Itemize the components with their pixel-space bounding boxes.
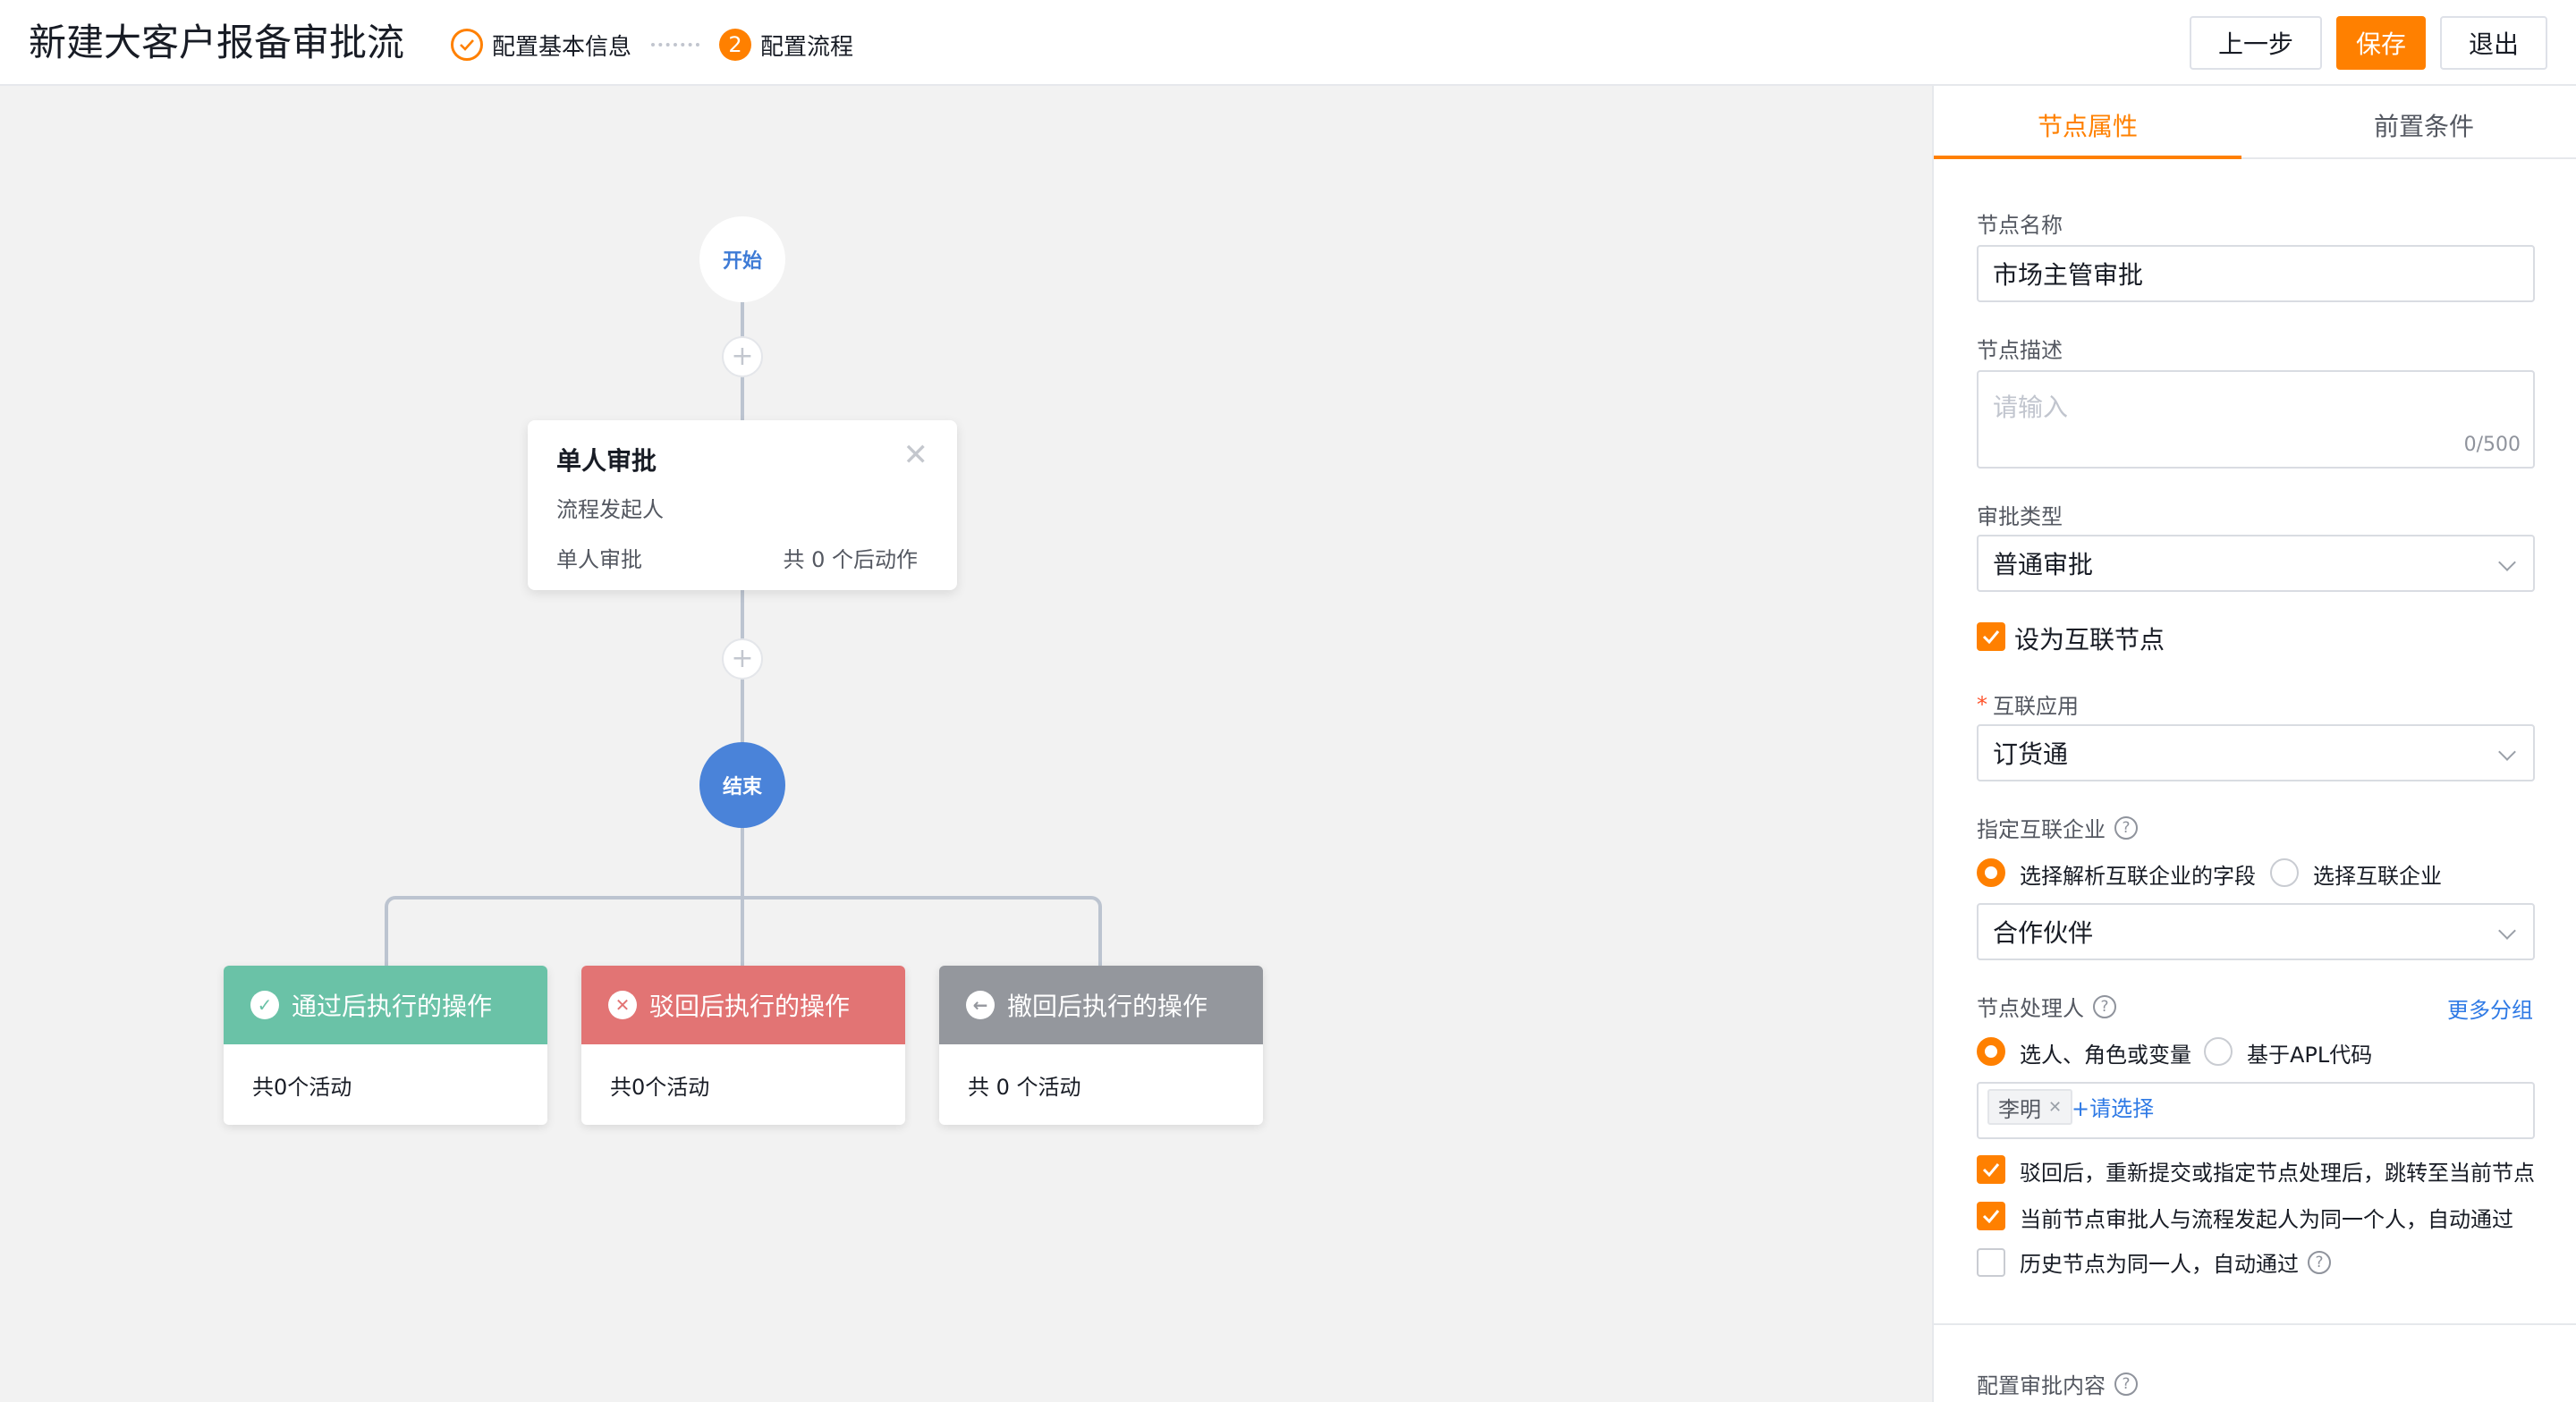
active-tab-indicator (1934, 156, 2241, 159)
interconnect-enterprise-label: 指定互联企业 ? (1977, 812, 2138, 843)
radio-parse-field[interactable] (1977, 858, 2005, 887)
reject-action-header: ✕ 驳回后执行的操作 (581, 966, 905, 1044)
help-icon[interactable]: ? (2093, 994, 2116, 1018)
withdraw-action-count: 共 0 个活动 (968, 1075, 1081, 1100)
auto-pass-history-label: 历史节点为同一人，自动通过 ? (2020, 1246, 2331, 1278)
approval-node-action-count: 共 0 个后动作 (783, 547, 918, 572)
handler-label-text: 节点处理人 (1977, 996, 2084, 1021)
tab-node-properties[interactable]: 节点属性 (2038, 107, 2138, 143)
interconnect-app-label-text: 互联应用 (1993, 694, 2079, 719)
interconnect-app-select[interactable]: 订货通 (1977, 724, 2535, 781)
interconnect-enterprise-label-text: 指定互联企业 (1977, 817, 2106, 842)
page-title: 新建大客户报备审批流 (29, 21, 405, 64)
step-connector (651, 43, 700, 46)
radio-parse-field-label: 选择解析互联企业的字段 (2020, 864, 2256, 889)
reject-action-card[interactable]: ✕ 驳回后执行的操作 共0个活动 (581, 966, 905, 1125)
interconnect-app-label: * 互联应用 (1977, 688, 2079, 720)
interconnect-node-label: 设为互联节点 (2014, 625, 2165, 655)
top-header: 新建大客户报备审批流 配置基本信息 2 配置流程 上一步 保存 退出 (0, 0, 2576, 86)
chevron-down-icon (2498, 743, 2516, 761)
node-name-input[interactable]: 市场主管审批 (1977, 245, 2535, 302)
handler-label: 节点处理人 ? (1977, 991, 2116, 1022)
section-divider (1934, 1323, 2576, 1325)
pass-action-header: ✓ 通过后执行的操作 (224, 966, 547, 1044)
check-icon (1982, 630, 2000, 644)
reject-action-title: 驳回后执行的操作 (649, 992, 851, 1021)
pass-action-count: 共0个活动 (252, 1075, 352, 1100)
step-2-number: 2 (719, 29, 752, 61)
approval-type-value: 普通审批 (1993, 550, 2094, 579)
radio-select-enterprise-label: 选择互联企业 (2313, 864, 2442, 889)
radio-select-person[interactable] (1977, 1037, 2005, 1066)
interconnect-enterprise-select[interactable]: 合作伙伴 (1977, 903, 2535, 960)
approval-content-label-text: 配置审批内容 (1977, 1373, 2106, 1398)
chevron-down-icon (2498, 553, 2516, 571)
required-mark: * (1977, 691, 1987, 717)
close-icon[interactable]: ✕ (2048, 1098, 2062, 1117)
check-circle-icon (451, 29, 483, 61)
radio-apl-code-label: 基于APL代码 (2247, 1043, 2373, 1068)
approval-node-title: 单人审批 (556, 446, 657, 476)
node-desc-placeholder: 请输入 (1993, 393, 2069, 422)
step-2-label[interactable]: 配置流程 (760, 29, 853, 62)
branch-connector (385, 896, 1102, 967)
handler-tag-label: 李明 (1998, 1096, 2041, 1122)
jump-back-label: 驳回后，重新提交或指定节点处理后，跳转至当前节点 (2020, 1161, 2535, 1186)
x-circle-icon: ✕ (608, 991, 637, 1019)
node-property-panel: 节点属性 前置条件 节点名称 市场主管审批 节点描述 请输入 0/500 审批类… (1932, 86, 2576, 1402)
approval-node-type: 单人审批 (556, 547, 642, 572)
help-icon[interactable]: ? (2114, 815, 2138, 840)
node-desc-textarea[interactable]: 请输入 0/500 (1977, 370, 2535, 469)
check-icon (1982, 1210, 2000, 1223)
choose-handler-link[interactable]: +请选择 (2072, 1091, 2154, 1122)
check-circle-icon: ✓ (250, 991, 279, 1019)
radio-apl-code[interactable] (2204, 1037, 2233, 1066)
exit-button[interactable]: 退出 (2440, 16, 2547, 70)
approval-content-label: 配置审批内容 ? (1977, 1368, 2138, 1399)
tab-preconditions[interactable]: 前置条件 (2374, 107, 2474, 143)
check-icon (1982, 1163, 2000, 1177)
end-node[interactable]: 结束 (699, 742, 785, 828)
radio-select-person-label: 选人、角色或变量 (2020, 1043, 2191, 1068)
chevron-down-icon (2498, 922, 2516, 940)
jump-back-checkbox[interactable] (1977, 1155, 2005, 1184)
arrow-left-circle-icon: ← (966, 991, 995, 1019)
auto-pass-initiator-checkbox[interactable] (1977, 1202, 2005, 1230)
add-node-button[interactable]: + (722, 336, 763, 377)
interconnect-app-value: 订货通 (1993, 739, 2069, 769)
step-indicator: 配置基本信息 2 配置流程 (451, 27, 853, 63)
interconnect-enterprise-value: 合作伙伴 (1993, 918, 2094, 948)
withdraw-action-title: 撤回后执行的操作 (1007, 992, 1208, 1021)
auto-pass-history-checkbox[interactable] (1977, 1248, 2005, 1277)
withdraw-action-header: ← 撤回后执行的操作 (939, 966, 1263, 1044)
help-icon[interactable]: ? (2114, 1372, 2138, 1396)
help-icon[interactable]: ? (2308, 1250, 2331, 1274)
close-icon[interactable]: ✕ (903, 440, 929, 470)
more-groups-link[interactable]: 更多分组 (2447, 992, 2533, 1024)
approval-node-subtitle: 流程发起人 (556, 497, 664, 522)
flow-canvas[interactable]: 开始 + 单人审批 ✕ 流程发起人 单人审批 共 0 个后动作 + 结束 ✓ 通… (0, 86, 1932, 1402)
pass-action-title: 通过后执行的操作 (292, 992, 493, 1021)
reject-action-count: 共0个活动 (610, 1075, 710, 1100)
add-node-button[interactable]: + (722, 638, 763, 680)
auto-pass-initiator-label: 当前节点审批人与流程发起人为同一个人，自动通过 (2020, 1207, 2513, 1232)
approval-type-select[interactable]: 普通审批 (1977, 535, 2535, 592)
step-1-label[interactable]: 配置基本信息 (492, 29, 631, 62)
prev-step-button[interactable]: 上一步 (2190, 16, 2322, 70)
approval-node-card[interactable]: 单人审批 ✕ 流程发起人 单人审批 共 0 个后动作 (528, 420, 957, 590)
approval-type-label: 审批类型 (1977, 504, 2063, 529)
auto-pass-history-label-text: 历史节点为同一人，自动通过 (2020, 1252, 2299, 1277)
pass-action-card[interactable]: ✓ 通过后执行的操作 共0个活动 (224, 966, 547, 1125)
node-desc-label: 节点描述 (1977, 338, 2063, 363)
handler-tag: 李明 ✕ (1987, 1089, 2073, 1125)
interconnect-node-checkbox[interactable] (1977, 622, 2005, 651)
node-name-label: 节点名称 (1977, 213, 2063, 238)
save-button[interactable]: 保存 (2336, 16, 2426, 70)
char-counter: 0/500 (2463, 434, 2521, 456)
panel-tabs: 节点属性 前置条件 (1934, 86, 2576, 159)
withdraw-action-card[interactable]: ← 撤回后执行的操作 共 0 个活动 (939, 966, 1263, 1125)
start-node[interactable]: 开始 (699, 216, 785, 302)
radio-select-enterprise[interactable] (2270, 858, 2299, 887)
